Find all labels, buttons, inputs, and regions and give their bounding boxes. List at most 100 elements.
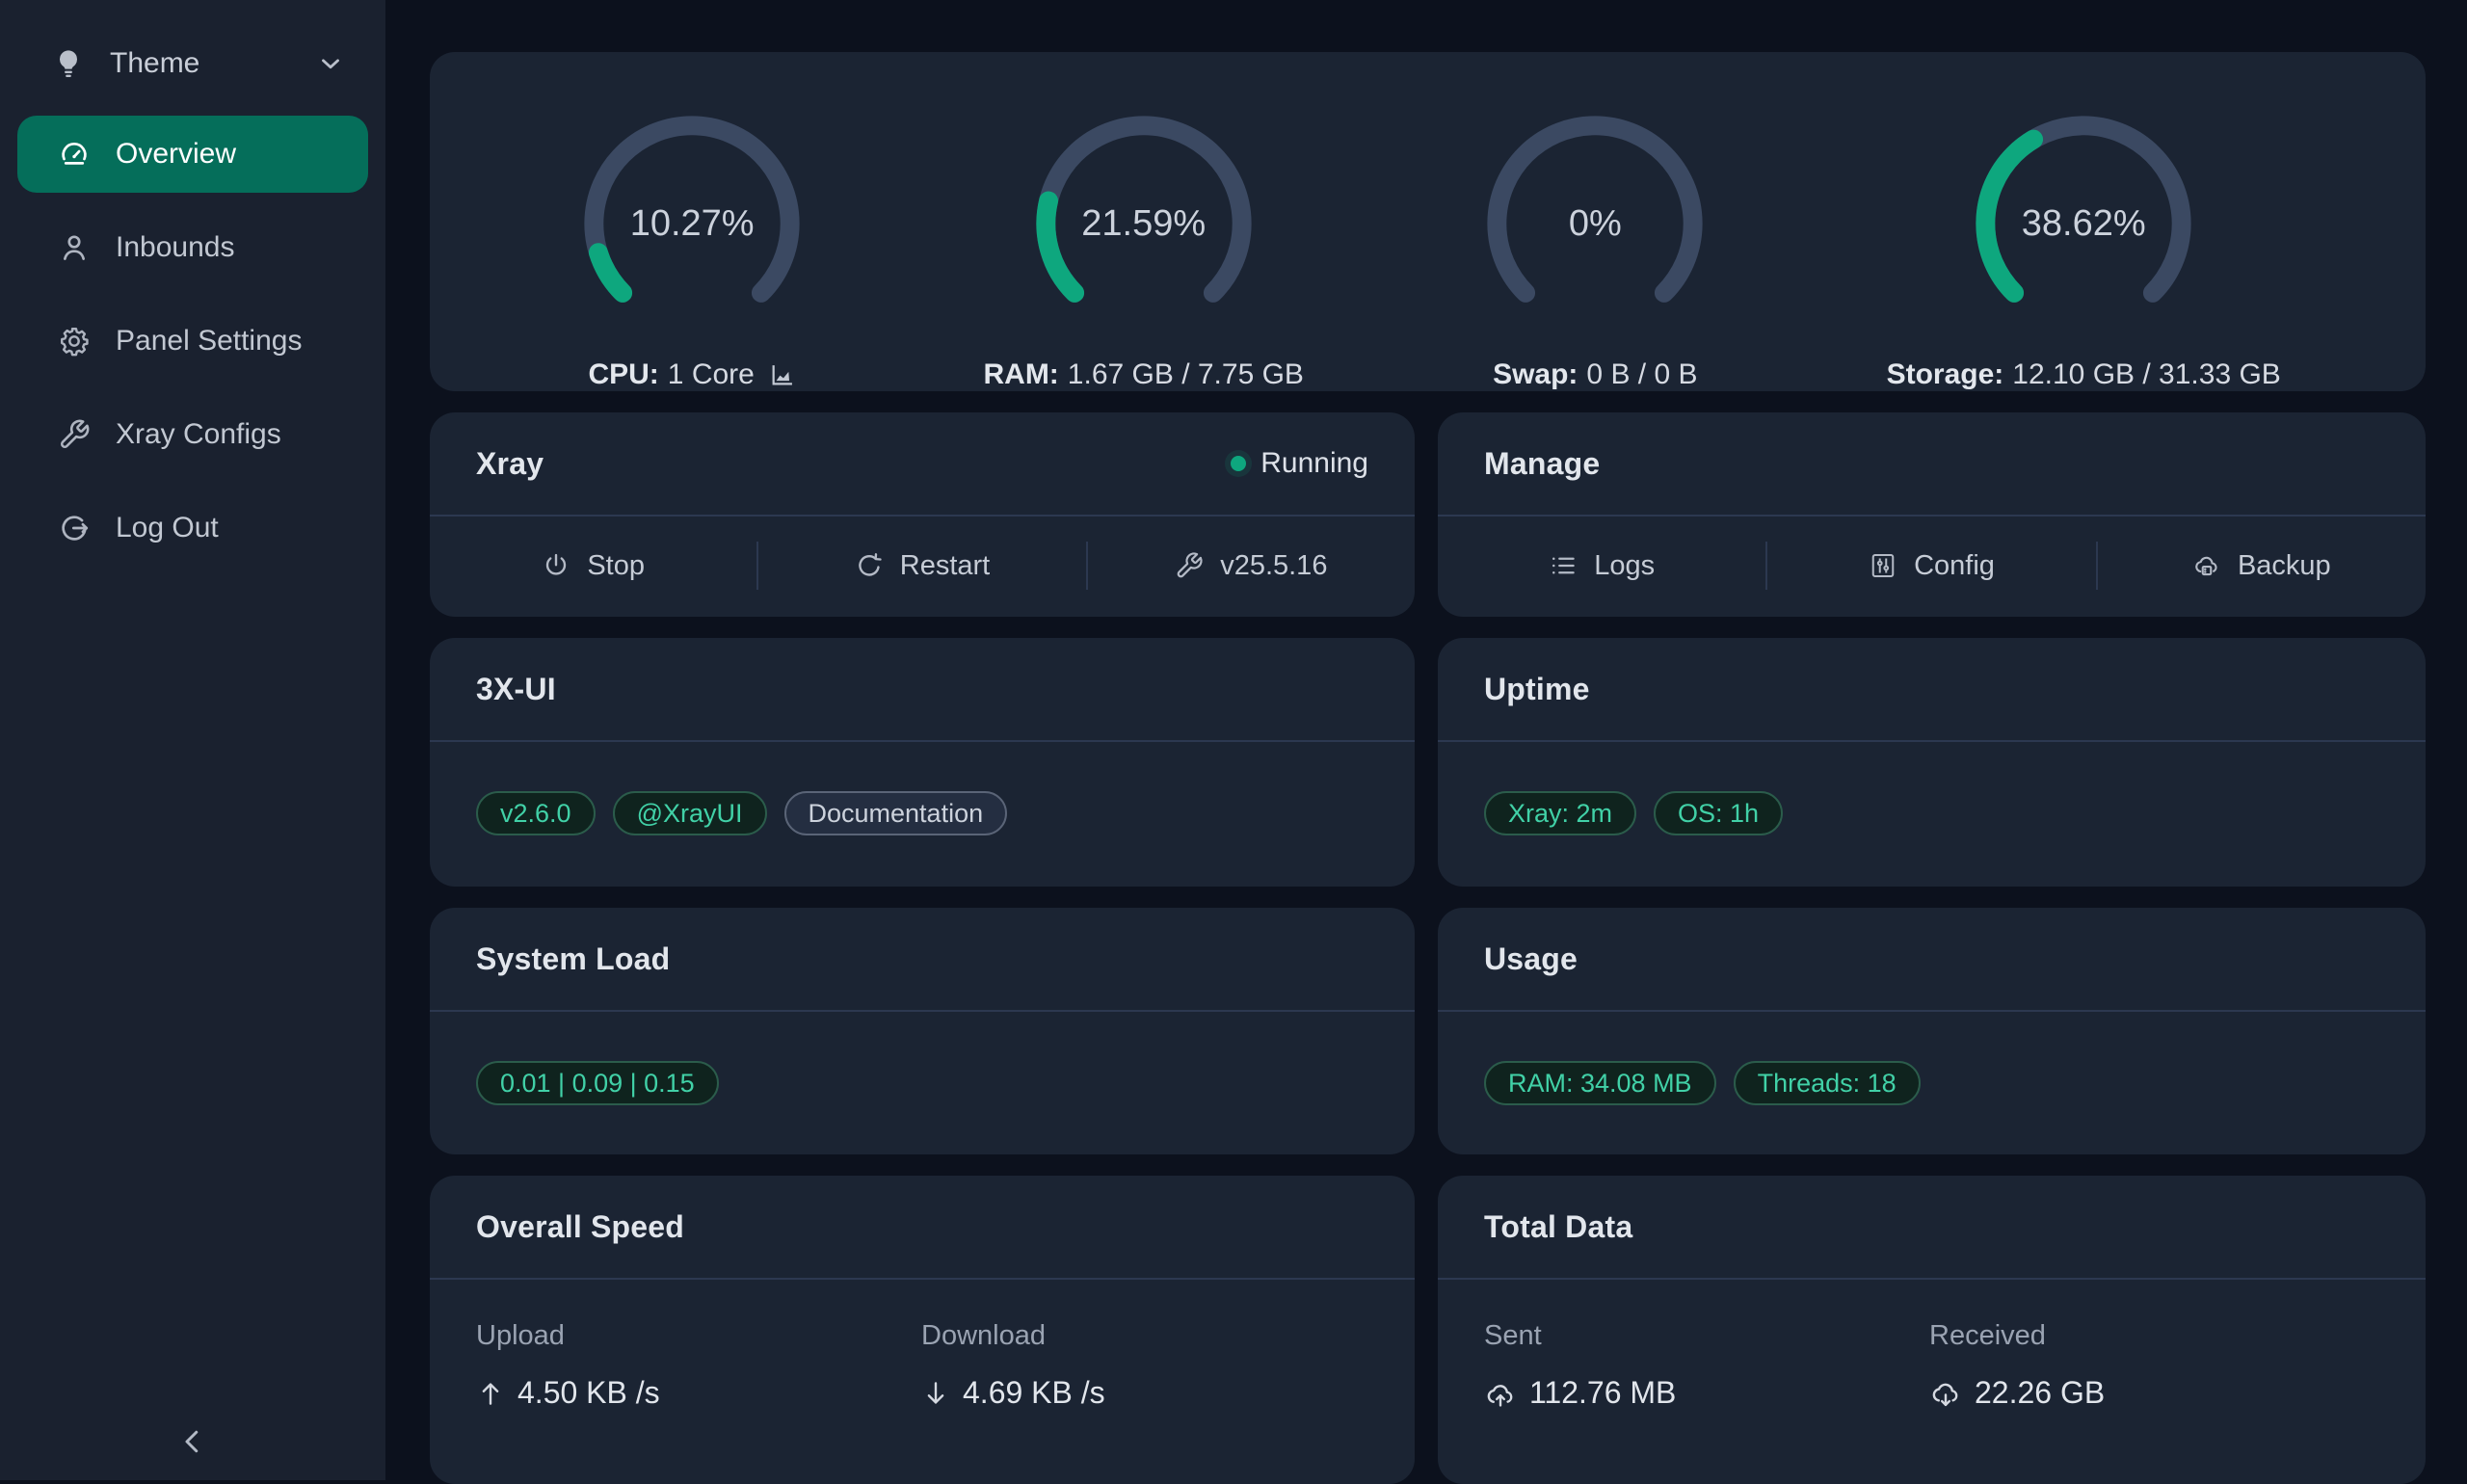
metric-value-text: 4.69 KB /s [963,1375,1105,1411]
total-data-card-header: Total Data [1438,1176,2426,1280]
xui-card: 3X-UI v2.6.0 @XrayUI Documentation [430,638,1415,887]
button-label: Backup [2238,550,2331,582]
sidebar-item-panel-settings[interactable]: Panel Settings [17,303,368,380]
xui-card-header: 3X-UI [430,638,1415,742]
button-label: Stop [587,550,645,582]
sidebar-item-overview[interactable]: Overview [17,116,368,193]
tag-load-averages: 0.01 | 0.09 | 0.15 [476,1061,719,1105]
chart-area-icon[interactable] [769,361,796,388]
gauge-ring: 10.27% [574,106,809,341]
total-data-card-title: Total Data [1484,1209,1632,1245]
uptime-tags: Xray: 2mOS: 1h [1438,742,2426,885]
xui-card-title: 3X-UI [476,672,556,707]
tag-os-uptime: OS: 1h [1654,791,1783,835]
config-button[interactable]: Config [1767,517,2095,615]
logs-button[interactable]: Logs [1438,517,1765,615]
metric-upload: Upload 4.50 KB /s [476,1320,921,1411]
uptime-card-title: Uptime [1484,672,1590,707]
list-icon [1549,551,1578,580]
backup-button[interactable]: Backup [2098,517,2426,615]
tag-ram-usage: RAM: 34.08 MB [1484,1061,1716,1105]
xray-card-title: Xray [476,446,544,482]
logout-icon [58,512,91,544]
system-load-tags: 0.01 | 0.09 | 0.15 [430,1012,1415,1154]
sidebar-item-label: Inbounds [116,231,234,264]
restart-button[interactable]: Restart [758,517,1085,615]
sidebar-item-inbounds[interactable]: Inbounds [17,209,368,286]
overall-speed-card-title: Overall Speed [476,1209,684,1245]
overall-speed-card-header: Overall Speed [430,1176,1415,1280]
metric-label: Download [921,1320,1368,1352]
overall-speed-metrics: Upload 4.50 KB /s Download 4.69 KB /s [430,1280,1415,1411]
sidebar-item-label: Log Out [116,512,219,544]
gauge-ring: 21.59% [1026,106,1261,341]
gauge-caption-key: CPU: [588,358,658,391]
metric-value: 112.76 MB [1484,1375,1929,1411]
metric-value-text: 4.50 KB /s [517,1375,660,1411]
theme-selector[interactable]: Theme [40,35,357,93]
restart-icon [855,551,884,580]
manage-card: Manage Logs Config Backup [1438,412,2426,617]
gauge-value: 21.59% [1026,106,1261,341]
metric-value: 4.50 KB /s [476,1375,921,1411]
button-label: Restart [900,550,990,582]
button-label: Config [1914,550,1995,582]
gauge-caption: CPU:1 Core [588,358,795,391]
sidebar-item-label: Overview [116,138,236,171]
gauge-caption-value: 12.10 GB / 31.33 GB [2012,358,2281,391]
usage-card: Usage RAM: 34.08 MB Threads: 18 [1438,908,2426,1154]
gauge-caption-key: Storage: [1887,358,2004,391]
metric-label: Received [1929,1320,2379,1352]
gear-icon [58,325,91,358]
usage-card-header: Usage [1438,908,2426,1012]
xui-tags: v2.6.0 @XrayUI Documentation [430,742,1415,885]
metric-sent: Sent 112.76 MB [1484,1320,1929,1411]
main-content: 10.27% CPU:1 Core 21.59% RAM: 1.67 GB / 7.75… [385,0,2467,1480]
system-load-card-title: System Load [476,941,670,977]
manage-card-header: Manage [1438,412,2426,517]
button-label: Logs [1594,550,1655,582]
cloud-down-icon [1929,1377,1962,1410]
power-icon [542,551,570,580]
gauge-ram: 21.59% RAM: 1.67 GB / 7.75 GB [983,106,1303,391]
total-data-card: Total Data Sent 112.76 MB Received 22.26 GB [1438,1176,2426,1484]
gauge-swap: 0%Swap:0 B / 0 B [1477,106,1712,391]
metric-received: Received 22.26 GB [1929,1320,2379,1411]
gauge-value: 10.27% [574,106,809,341]
status-text: Running [1260,447,1368,480]
metric-value-text: 112.76 MB [1529,1375,1676,1411]
chevron-left-icon [175,1424,210,1459]
metric-download: Download 4.69 KB /s [921,1320,1368,1411]
sidebar-collapse-button[interactable] [0,1424,385,1459]
tag-threads: Threads: 18 [1734,1061,1921,1105]
total-data-metrics: Sent 112.76 MB Received 22.26 GB [1438,1280,2426,1411]
usage-card-title: Usage [1484,941,1578,977]
gauge-ring: 38.62% [1966,106,2201,341]
sidebar-item-label: Xray Configs [116,418,281,451]
sidebar-item-label: Panel Settings [116,325,302,358]
gauge-storage: 38.62% Storage:12.10 GB / 31.33 GB [1887,106,2281,391]
metric-label: Sent [1484,1320,1929,1352]
uptime-card: Uptime Xray: 2mOS: 1h [1438,638,2426,887]
gauge-value: 38.62% [1966,106,2201,341]
tag-documentation[interactable]: Documentation [784,791,1008,835]
cloud-up-icon [1484,1377,1517,1410]
version-button[interactable]: v25.5.16 [1088,517,1415,615]
sidebar-item-xray-configs[interactable]: Xray Configs [17,396,368,473]
gauge-caption-value: 1.67 GB / 7.75 GB [1068,358,1304,391]
sidebar: Theme Overview Inbounds Panel Settings Xray… [0,0,385,1480]
stop-button[interactable]: Stop [430,517,756,615]
system-load-card: System Load 0.01 | 0.09 | 0.15 [430,908,1415,1154]
user-icon [58,231,91,264]
xray-card-header: Xray Running [430,412,1415,517]
metric-value: 22.26 GB [1929,1375,2379,1411]
metric-label: Upload [476,1320,921,1352]
gauge-caption-key: Swap: [1493,358,1578,391]
chevron-down-icon [316,49,345,78]
sidebar-item-log-out[interactable]: Log Out [17,490,368,567]
metric-value-text: 22.26 GB [1975,1375,2105,1411]
tag-xrayui[interactable]: @XrayUI [613,791,767,835]
overall-speed-card: Overall Speed Upload 4.50 KB /s Download 4.… [430,1176,1415,1484]
gauge-caption-key: RAM: [983,358,1058,391]
tag-version[interactable]: v2.6.0 [476,791,596,835]
